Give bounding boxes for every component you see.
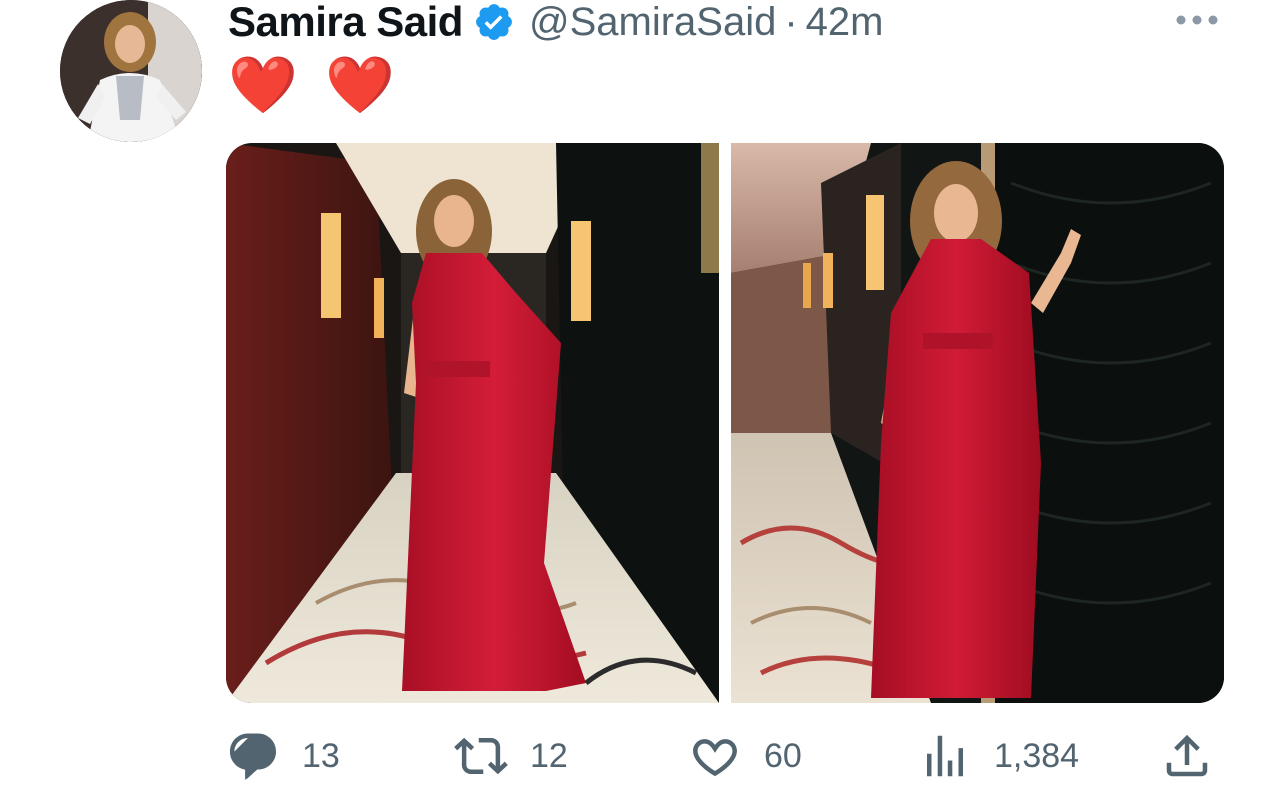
verified-badge-icon bbox=[473, 1, 515, 43]
views-icon bbox=[918, 729, 972, 783]
views-count: 1,384 bbox=[994, 736, 1080, 775]
media-grid[interactable] bbox=[226, 143, 1224, 703]
photo-1[interactable] bbox=[226, 143, 719, 703]
avatar-image bbox=[60, 0, 202, 142]
retweet-icon bbox=[454, 729, 508, 783]
header-separator: · bbox=[784, 0, 798, 44]
reply-count: 13 bbox=[302, 736, 340, 775]
profile-avatar[interactable] bbox=[60, 0, 202, 142]
display-name[interactable]: Samira Said bbox=[228, 0, 463, 46]
like-button[interactable]: 60 bbox=[688, 728, 802, 784]
user-handle[interactable]: @SamiraSaid bbox=[529, 0, 776, 45]
views-button[interactable]: 1,384 bbox=[918, 728, 1079, 784]
more-options-icon[interactable] bbox=[1172, 10, 1222, 30]
reply-button[interactable]: 13 bbox=[226, 728, 340, 784]
tweet-header: Samira Said @SamiraSaid · 42m bbox=[228, 0, 883, 46]
share-icon bbox=[1160, 729, 1214, 783]
retweet-count: 12 bbox=[530, 736, 568, 775]
tweet-text: ❤️ ❤️ bbox=[228, 53, 402, 116]
like-icon bbox=[688, 729, 742, 783]
retweet-button[interactable]: 12 bbox=[454, 728, 568, 784]
photo-2[interactable] bbox=[731, 143, 1224, 703]
reply-icon bbox=[226, 729, 280, 783]
share-button[interactable] bbox=[1160, 728, 1214, 784]
like-count: 60 bbox=[764, 736, 802, 775]
tweet-action-bar: 13 12 60 1,384 bbox=[226, 728, 1224, 784]
tweet-timestamp[interactable]: 42m bbox=[806, 0, 884, 45]
